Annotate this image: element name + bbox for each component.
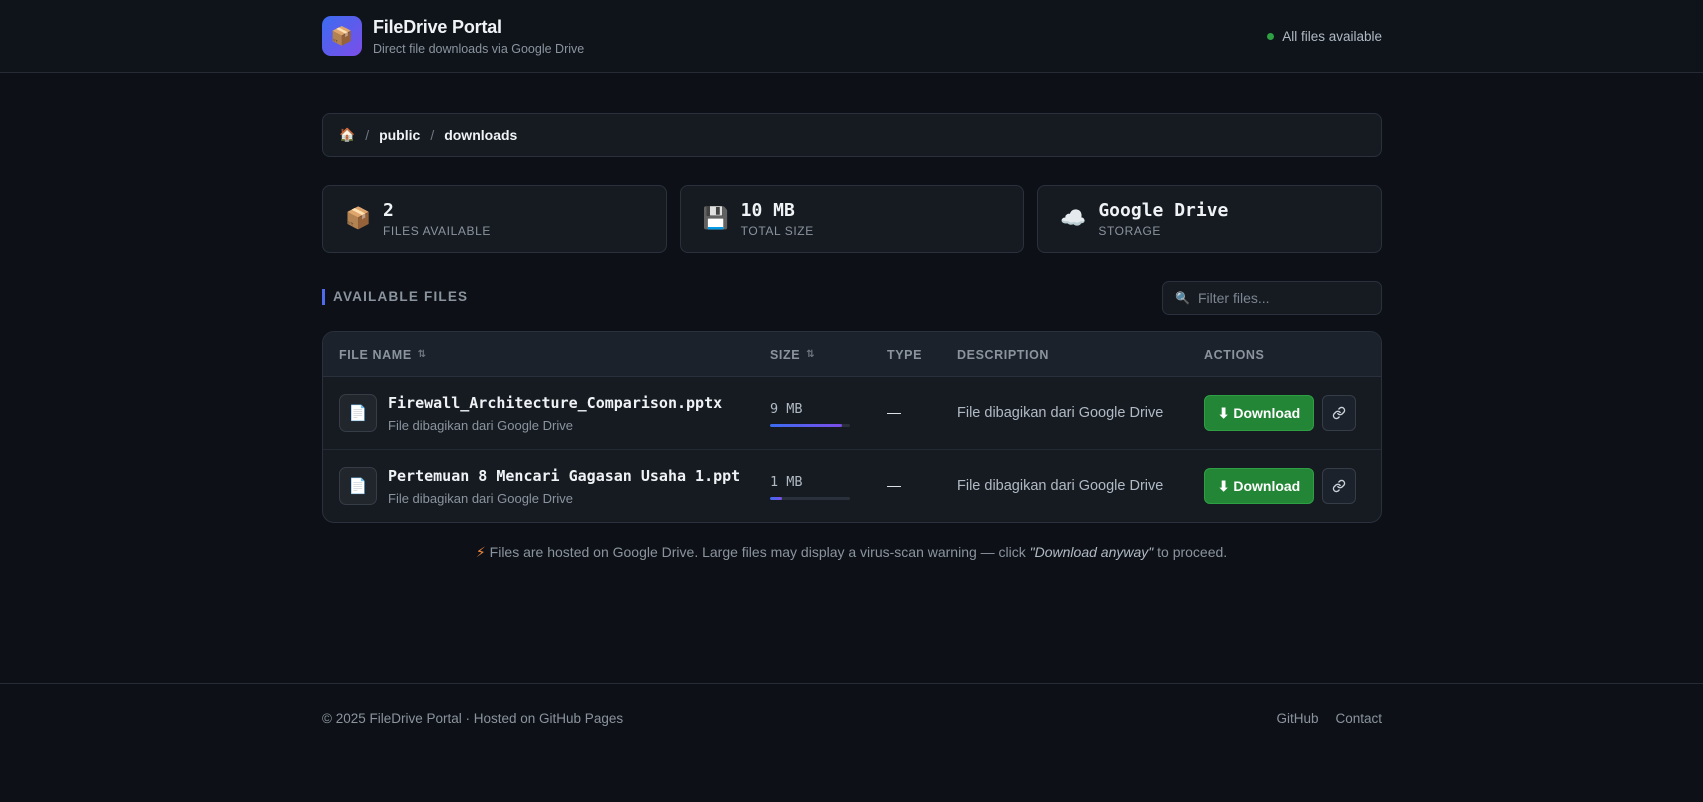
stat-value: Google Drive — [1098, 200, 1229, 221]
note-text-end: to proceed. — [1153, 544, 1228, 560]
size-bar-fill — [770, 497, 782, 500]
footer-link-github[interactable]: GitHub — [1276, 711, 1318, 726]
file-description: File dibagikan dari Google Drive — [957, 478, 1164, 494]
table-row: 📄 Firewall_Architecture_Comparison.pptx … — [323, 377, 1381, 450]
file-subtitle: File dibagikan dari Google Drive — [388, 491, 573, 506]
breadcrumb: 🏠 / public / downloads — [322, 113, 1382, 157]
stat-card-storage: ☁️ Google Drive STORAGE — [1037, 185, 1383, 253]
column-header-description: DESCRIPTION — [957, 332, 1049, 377]
hosting-note: ⚡ Files are hosted on Google Drive. Large… — [0, 544, 1703, 561]
breadcrumb-separator: / — [430, 127, 435, 143]
table-header: FILE NAME ⇅ SIZE ⇅ TYPE DESCRIPTION ACTI… — [323, 332, 1381, 377]
download-button[interactable]: ⬇ Download — [1204, 395, 1314, 431]
breadcrumb-item-downloads[interactable]: downloads — [444, 127, 517, 143]
download-button[interactable]: ⬇ Download — [1204, 468, 1314, 504]
copy-link-button[interactable] — [1322, 395, 1356, 431]
brand-text: FileDrive Portal Direct file downloads v… — [373, 17, 584, 56]
footer: © 2025 FileDrive Portal · Hosted on GitH… — [0, 683, 1703, 802]
status-dot-icon — [1267, 32, 1275, 40]
package-icon: 📦 — [345, 207, 372, 230]
stat-label: FILES AVAILABLE — [383, 224, 491, 238]
file-name: Pertemuan 8 Mencari Gagasan Usaha 1.ppt — [388, 467, 741, 485]
cloud-icon: ☁️ — [1060, 207, 1087, 230]
sort-icon: ⇅ — [806, 349, 816, 360]
footer-links: GitHub Contact — [1276, 711, 1382, 726]
lightning-icon: ⚡ — [475, 544, 486, 560]
copy-link-button[interactable] — [1322, 468, 1356, 504]
stat-value: 2 — [383, 200, 394, 221]
file-subtitle: File dibagikan dari Google Drive — [388, 418, 573, 433]
note-emphasis: "Download anyway" — [1029, 544, 1154, 560]
home-icon[interactable]: 🏠 — [339, 127, 355, 143]
link-icon — [1332, 479, 1346, 493]
link-icon — [1332, 406, 1346, 420]
brand-title: FileDrive Portal — [373, 16, 502, 37]
size-bar — [770, 424, 850, 427]
stat-value: 10 MB — [740, 200, 795, 221]
file-size: 1 MB — [770, 474, 803, 490]
brand[interactable]: 📦 FileDrive Portal Direct file downloads… — [322, 16, 584, 56]
brand-subtitle: Direct file downloads via Google Drive — [373, 41, 585, 56]
footer-copyright: © 2025 FileDrive Portal · Hosted on GitH… — [322, 711, 624, 726]
column-label: TYPE — [887, 347, 923, 362]
top-header: 📦 FileDrive Portal Direct file downloads… — [0, 0, 1703, 73]
column-label: ACTIONS — [1204, 347, 1265, 362]
filter-input[interactable] — [1197, 290, 1368, 306]
size-bar — [770, 497, 850, 500]
column-label: FILE NAME — [339, 347, 412, 362]
stat-label: TOTAL SIZE — [740, 224, 814, 238]
search-icon: 🔍 — [1175, 291, 1190, 305]
breadcrumb-separator: / — [365, 127, 370, 143]
column-header-actions: ACTIONS — [1204, 332, 1264, 377]
stat-card-size: 💾 10 MB TOTAL SIZE — [679, 185, 1025, 253]
column-header-type: TYPE — [887, 332, 922, 377]
floppy-disk-icon: 💾 — [702, 207, 729, 230]
stats-row: 📦 2 FILES AVAILABLE 💾 10 MB TOTAL SIZE ☁… — [322, 185, 1383, 253]
sort-icon: ⇅ — [417, 349, 427, 360]
document-icon: 📄 — [339, 467, 377, 505]
status-indicator: All files available — [1267, 29, 1382, 44]
column-header-file-name[interactable]: FILE NAME ⇅ — [339, 332, 427, 377]
column-label: DESCRIPTION — [957, 347, 1050, 362]
file-description: File dibagikan dari Google Drive — [957, 405, 1164, 421]
size-bar-fill — [770, 424, 842, 427]
document-icon: 📄 — [339, 394, 377, 432]
stat-label: STORAGE — [1098, 224, 1162, 238]
table-row: 📄 Pertemuan 8 Mencari Gagasan Usaha 1.pp… — [323, 450, 1381, 522]
column-header-size[interactable]: SIZE ⇅ — [770, 332, 815, 377]
footer-inner: © 2025 FileDrive Portal · Hosted on GitH… — [322, 711, 1382, 726]
file-type: — — [887, 477, 901, 493]
file-size: 9 MB — [770, 401, 803, 417]
section-title: AVAILABLE FILES — [322, 289, 468, 305]
package-logo-icon: 📦 — [322, 16, 362, 56]
column-label: SIZE — [770, 347, 801, 362]
header-inner: 📦 FileDrive Portal Direct file downloads… — [322, 16, 1382, 56]
file-name: Firewall_Architecture_Comparison.pptx — [388, 394, 723, 412]
stat-card-files: 📦 2 FILES AVAILABLE — [322, 185, 667, 253]
breadcrumb-item-public[interactable]: public — [379, 127, 420, 143]
note-text: Files are hosted on Google Drive. Large … — [489, 544, 1030, 560]
files-table: FILE NAME ⇅ SIZE ⇅ TYPE DESCRIPTION ACTI… — [322, 331, 1382, 523]
footer-link-contact[interactable]: Contact — [1335, 711, 1382, 726]
file-type: — — [887, 404, 901, 420]
filter-box[interactable]: 🔍 — [1162, 281, 1382, 315]
status-text: All files available — [1282, 28, 1382, 44]
